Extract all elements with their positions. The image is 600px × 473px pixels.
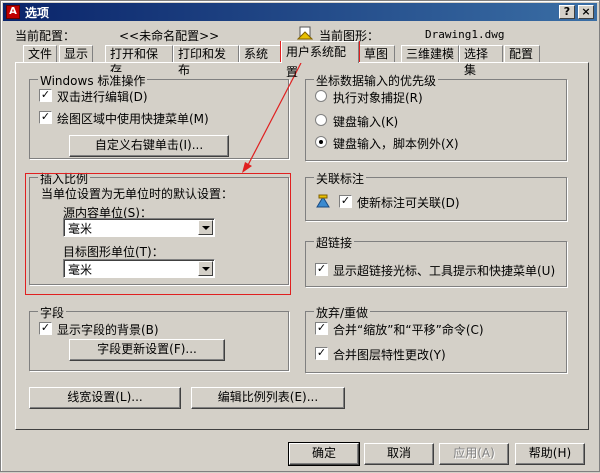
tab-user-preferences[interactable]: 用户系统配置 [281, 41, 359, 79]
options-dialog: A 选项 ? × 当前配置： <<未命名配置>> 当前图形： Drawing1.… [0, 0, 600, 472]
annotation-arrow [242, 62, 302, 173]
